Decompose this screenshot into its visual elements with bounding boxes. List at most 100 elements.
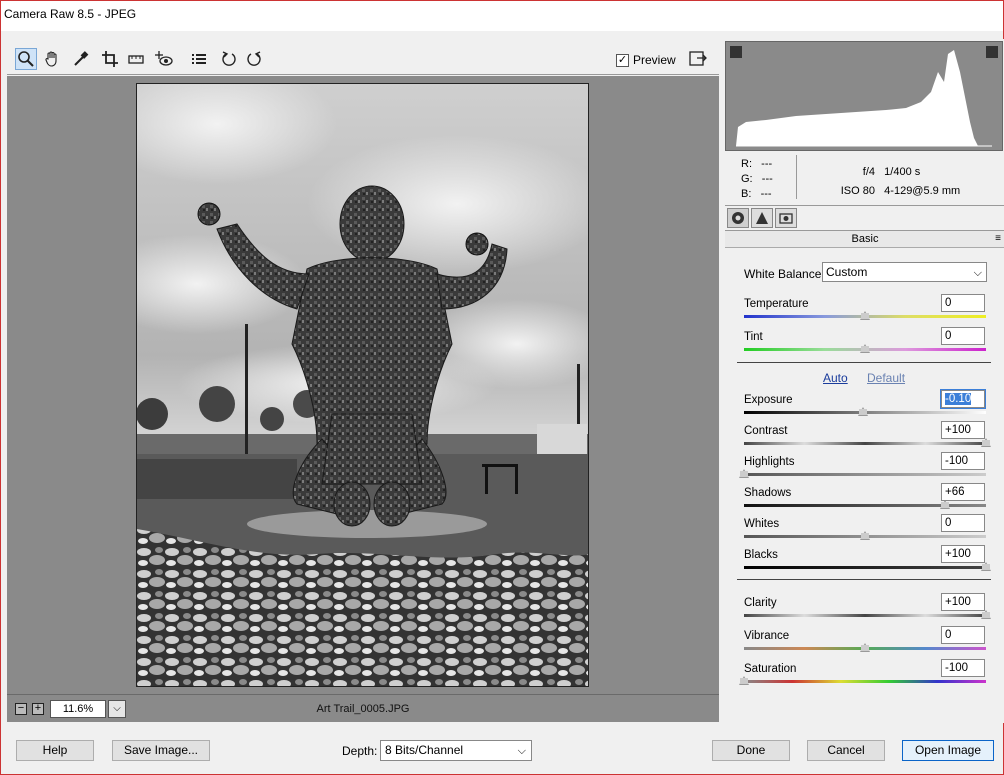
photo-preview[interactable] xyxy=(136,83,589,687)
redeye-icon[interactable] xyxy=(153,48,175,70)
slider-label: Vibrance xyxy=(744,630,790,642)
slider-label: Temperature xyxy=(744,298,809,310)
slider-track[interactable] xyxy=(744,614,986,617)
aperture: f/4 xyxy=(862,166,875,178)
slider-value: 0 xyxy=(945,297,952,309)
slider-value-field[interactable]: 0 xyxy=(941,514,985,532)
slider-value-field[interactable]: +100 xyxy=(941,593,985,611)
window-title: Camera Raw 8.5 - JPEG xyxy=(4,7,137,21)
slider-tint[interactable]: Tint 0 xyxy=(744,327,988,361)
zoom-icon[interactable] xyxy=(15,48,37,70)
slider-value: 0 xyxy=(945,629,952,641)
open-image-button[interactable]: Open Image xyxy=(902,740,994,761)
straighten-icon[interactable] xyxy=(125,48,147,70)
preview-label: Preview xyxy=(633,53,676,67)
slider-track[interactable] xyxy=(744,680,986,683)
basic-tab-icon[interactable] xyxy=(727,208,749,228)
slider-value-field[interactable]: 0 xyxy=(941,327,985,345)
slider-thumb[interactable] xyxy=(981,610,991,619)
done-button[interactable]: Done xyxy=(712,740,790,761)
rotate-right-icon[interactable] xyxy=(243,48,265,70)
tone-curve-tab-icon[interactable] xyxy=(751,208,773,228)
cancel-button[interactable]: Cancel xyxy=(807,740,885,761)
panel-title: Basic ≡ xyxy=(725,231,1004,248)
list-icon[interactable] xyxy=(188,48,210,70)
save-image-button[interactable]: Save Image... xyxy=(112,740,210,761)
preview-toggle[interactable]: ✓ Preview xyxy=(616,53,676,67)
r-label: R: xyxy=(741,158,752,170)
slider-clarity[interactable]: Clarity +100 xyxy=(744,593,991,627)
image-canvas[interactable] xyxy=(7,76,719,694)
slider-value-field[interactable]: -0.10 xyxy=(940,389,986,409)
slider-track[interactable] xyxy=(744,442,986,445)
slider-value-field[interactable]: -100 xyxy=(941,659,985,677)
slider-value: +100 xyxy=(945,548,971,560)
slider-thumb[interactable] xyxy=(739,676,749,685)
basic-panel: White Balance: Custom ⌵ Temperature 0 Tint… xyxy=(725,248,1004,723)
crop-icon[interactable] xyxy=(99,48,121,70)
slider-temperature[interactable]: Temperature 0 xyxy=(744,294,988,328)
shutter-speed: 1/400 s xyxy=(884,166,921,178)
white-balance-select[interactable]: Custom ⌵ xyxy=(822,262,987,282)
slider-thumb[interactable] xyxy=(981,562,991,571)
preview-checkbox[interactable]: ✓ xyxy=(616,53,629,67)
b-label: B: xyxy=(741,188,752,200)
white-balance-icon[interactable] xyxy=(70,48,92,70)
divider xyxy=(737,579,991,580)
lens-info: 4-129@5.9 mm xyxy=(884,185,961,197)
auto-link[interactable]: Auto xyxy=(823,371,848,385)
slider-thumb[interactable] xyxy=(860,643,870,652)
r-value: --- xyxy=(761,158,773,170)
slider-saturation[interactable]: Saturation -100 xyxy=(739,659,988,693)
slider-exposure[interactable]: Exposure -0.10 xyxy=(744,389,988,424)
slider-contrast[interactable]: Contrast +100 xyxy=(744,421,991,455)
depth-select[interactable]: 8 Bits/Channel ⌵ xyxy=(380,740,532,761)
panel-menu-icon[interactable]: ≡ xyxy=(995,231,1001,247)
title-bar: Camera Raw 8.5 - JPEG xyxy=(1,1,1003,31)
default-link[interactable]: Default xyxy=(867,371,905,385)
hand-icon[interactable] xyxy=(41,48,63,70)
depth-label: Depth: xyxy=(342,744,378,758)
slider-shadows[interactable]: Shadows +66 xyxy=(744,483,988,517)
slider-track[interactable] xyxy=(744,473,986,476)
slider-thumb[interactable] xyxy=(860,311,870,320)
slider-vibrance[interactable]: Vibrance 0 xyxy=(744,626,988,660)
slider-thumb[interactable] xyxy=(860,531,870,540)
slider-value: -100 xyxy=(945,662,969,674)
slider-value-field[interactable]: 0 xyxy=(941,626,985,644)
fullscreen-icon[interactable] xyxy=(687,48,709,70)
help-button[interactable]: Help xyxy=(16,740,94,761)
slider-thumb[interactable] xyxy=(939,500,950,509)
slider-label: Whites xyxy=(744,518,780,530)
slider-value-field[interactable]: -100 xyxy=(941,452,985,470)
slider-value: +66 xyxy=(945,486,965,498)
slider-label: Highlights xyxy=(744,456,795,468)
slider-value-field[interactable]: +100 xyxy=(941,545,985,563)
slider-label: Shadows xyxy=(744,487,792,499)
histogram xyxy=(725,41,1003,151)
slider-track[interactable] xyxy=(744,566,986,569)
slider-thumb[interactable] xyxy=(739,469,749,478)
rotate-left-icon[interactable] xyxy=(218,48,240,70)
slider-value-field[interactable]: 0 xyxy=(941,294,985,312)
slider-value-field[interactable]: +100 xyxy=(941,421,985,439)
camera-tab-icon[interactable] xyxy=(775,208,797,228)
slider-blacks[interactable]: Blacks +100 xyxy=(744,545,991,579)
pixel-readout: R: --- G: --- B: --- f/4 1/400 s ISO 80 … xyxy=(723,151,1004,205)
g-label: G: xyxy=(741,173,753,185)
slider-whites[interactable]: Whites 0 xyxy=(744,514,988,548)
chevron-down-icon: ⌵ xyxy=(517,745,526,757)
b-value: --- xyxy=(760,188,772,200)
slider-label: Saturation xyxy=(744,663,797,675)
slider-highlights[interactable]: Highlights -100 xyxy=(739,452,988,486)
iso: ISO 80 xyxy=(840,185,875,197)
slider-thumb[interactable] xyxy=(860,344,870,353)
image-filename: Art Trail_0005.JPG xyxy=(316,703,410,715)
slider-label: Clarity xyxy=(744,597,777,609)
slider-value-field[interactable]: +66 xyxy=(941,483,985,501)
white-balance-value: Custom xyxy=(826,265,868,279)
slider-label: Tint xyxy=(744,331,763,343)
slider-thumb[interactable] xyxy=(981,438,991,447)
slider-label: Exposure xyxy=(744,394,793,406)
slider-thumb[interactable] xyxy=(857,407,868,416)
